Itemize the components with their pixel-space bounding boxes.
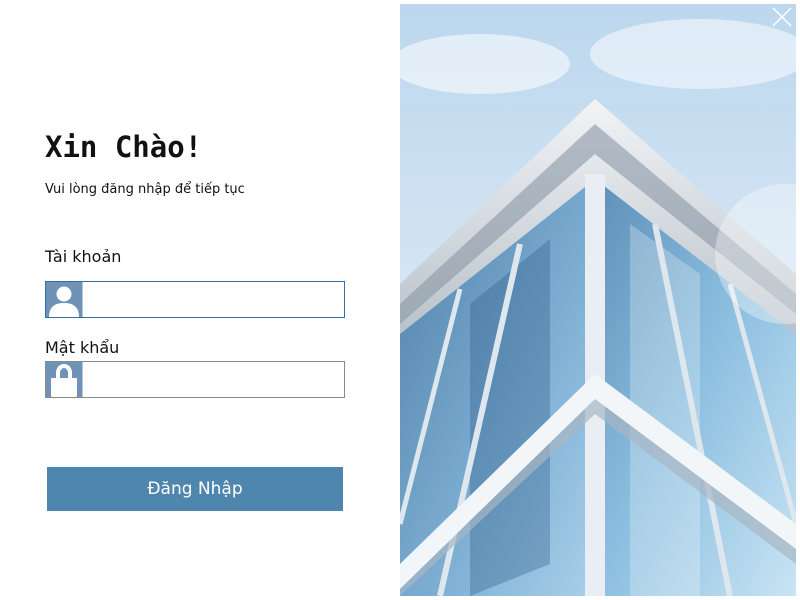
login-window: Xin Chào! Vui lòng đăng nhập để tiếp tục… xyxy=(0,0,800,600)
page-subtitle: Vui lòng đăng nhập để tiếp tục xyxy=(45,182,245,197)
password-field xyxy=(45,361,345,398)
page-title: Xin Chào! xyxy=(45,130,203,164)
login-panel: Xin Chào! Vui lòng đăng nhập để tiếp tục… xyxy=(0,0,400,600)
password-label: Mật khẩu xyxy=(45,338,120,357)
username-input[interactable] xyxy=(82,282,344,317)
close-button[interactable] xyxy=(770,5,794,29)
username-field xyxy=(45,281,345,318)
close-icon xyxy=(772,7,792,27)
login-button[interactable]: Đăng Nhập xyxy=(47,467,343,511)
password-input[interactable] xyxy=(82,362,344,397)
user-icon xyxy=(46,282,82,317)
username-label: Tài khoản xyxy=(45,247,122,266)
lock-icon xyxy=(46,362,82,397)
building-photo xyxy=(400,4,796,596)
